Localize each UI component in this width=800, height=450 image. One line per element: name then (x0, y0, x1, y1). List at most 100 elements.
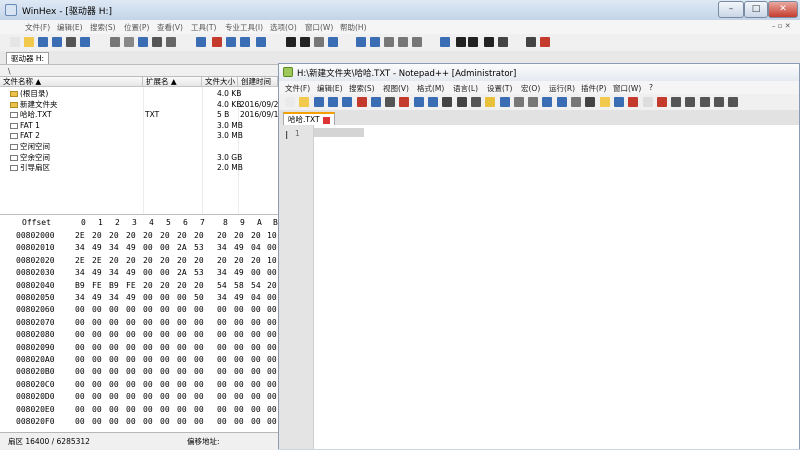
hex-byte[interactable]: 00 (109, 318, 119, 327)
toolbar-button-icon[interactable] (328, 37, 338, 47)
notepad-toolbar-button-icon[interactable] (456, 97, 467, 107)
toolbar-button-icon[interactable] (166, 37, 176, 47)
notepad-toolbar-button-icon[interactable] (728, 97, 739, 107)
notepad-menu-item[interactable]: 视图(V) (383, 83, 409, 94)
minimize-button[interactable]: – (718, 1, 744, 18)
notepad-menu-item[interactable]: 运行(R) (549, 83, 575, 94)
hex-byte[interactable]: 00 (160, 305, 170, 314)
hex-byte[interactable]: 20 (194, 256, 204, 265)
toolbar-button-icon[interactable] (256, 37, 266, 47)
notepad-toolbar-button-icon[interactable] (542, 97, 553, 107)
file-row[interactable]: FAT 2 3.0 MB (0, 131, 278, 141)
hex-byte[interactable]: 00 (267, 293, 277, 302)
hex-byte[interactable]: 54 (217, 281, 227, 290)
hex-byte[interactable]: B9 (75, 281, 85, 290)
toolbar-button-icon[interactable] (226, 37, 236, 47)
hex-byte[interactable]: 00 (234, 318, 244, 327)
hex-byte[interactable]: 00 (143, 268, 153, 277)
hex-byte[interactable]: 20 (126, 231, 136, 240)
hex-byte[interactable]: 10 (267, 256, 277, 265)
hex-byte[interactable]: 00 (143, 417, 153, 426)
hex-byte[interactable]: 00 (267, 243, 277, 252)
hex-byte[interactable]: 34 (75, 243, 85, 252)
toolbar-button-icon[interactable] (384, 37, 394, 47)
notepad-toolbar-button-icon[interactable] (442, 97, 453, 107)
hex-byte[interactable]: 20 (234, 256, 244, 265)
hex-byte[interactable]: 00 (109, 305, 119, 314)
toolbar-button-icon[interactable] (196, 37, 206, 47)
hex-byte[interactable]: 00 (75, 318, 85, 327)
notepad-toolbar-button-icon[interactable] (327, 97, 338, 107)
menu-item[interactable]: 编辑(E) (57, 22, 83, 33)
hex-byte[interactable]: 00 (126, 355, 136, 364)
close-button[interactable]: ✕ (768, 1, 798, 18)
notepad-menu-item[interactable]: 宏(O) (521, 83, 540, 94)
toolbar-button-icon[interactable] (66, 37, 76, 47)
hex-byte[interactable]: 53 (194, 268, 204, 277)
hex-byte[interactable]: FE (92, 281, 102, 290)
hex-byte[interactable]: 00 (92, 330, 102, 339)
hex-byte[interactable]: 53 (194, 243, 204, 252)
toolbar-button-icon[interactable] (10, 37, 20, 47)
toolbar-button-icon[interactable] (240, 37, 250, 47)
hex-byte[interactable]: 00 (267, 330, 277, 339)
toolbar-button-icon[interactable] (124, 37, 134, 47)
hex-byte[interactable]: 00 (217, 318, 227, 327)
hex-byte[interactable]: 00 (217, 405, 227, 414)
hex-byte[interactable]: 00 (194, 367, 204, 376)
toolbar-button-icon[interactable] (52, 37, 62, 47)
hex-byte[interactable]: 00 (126, 380, 136, 389)
notepad-menu-item[interactable]: 插件(P) (581, 83, 606, 94)
hex-byte[interactable]: 00 (109, 355, 119, 364)
hex-byte[interactable]: 00 (160, 367, 170, 376)
hex-byte[interactable]: 00 (160, 318, 170, 327)
toolbar-button-icon[interactable] (110, 37, 120, 47)
hex-byte[interactable]: 20 (92, 231, 102, 240)
file-row[interactable]: FAT 1 3.0 MB (0, 121, 278, 131)
hex-byte[interactable]: 00 (251, 268, 261, 277)
toolbar-button-icon[interactable] (356, 37, 366, 47)
hex-byte[interactable]: 34 (109, 243, 119, 252)
hex-byte[interactable]: 00 (75, 305, 85, 314)
menu-item[interactable]: 搜索(S) (90, 22, 116, 33)
hex-byte[interactable]: 00 (177, 405, 187, 414)
notepad-toolbar-button-icon[interactable] (285, 97, 295, 107)
hex-byte[interactable]: 00 (234, 330, 244, 339)
notepad-toolbar-button-icon[interactable] (613, 97, 624, 107)
toolbar-button-icon[interactable] (440, 37, 450, 47)
hex-byte[interactable]: 20 (160, 231, 170, 240)
hex-byte[interactable]: 00 (143, 405, 153, 414)
file-row[interactable]: 哈哈.TXT TXT 5 B 2016/09/1 (0, 110, 278, 120)
hex-byte[interactable]: 00 (126, 343, 136, 352)
hex-byte[interactable]: 00 (109, 392, 119, 401)
hex-byte[interactable]: 2A (177, 243, 187, 252)
hex-byte[interactable]: 00 (126, 305, 136, 314)
hex-byte[interactable]: 00 (194, 392, 204, 401)
hex-byte[interactable]: 00 (177, 330, 187, 339)
hex-byte[interactable]: 00 (92, 405, 102, 414)
notepad-toolbar-button-icon[interactable] (499, 97, 510, 107)
hex-byte[interactable]: 20 (234, 231, 244, 240)
hex-byte[interactable]: 00 (160, 268, 170, 277)
hex-byte[interactable]: 04 (251, 243, 261, 252)
hex-byte[interactable]: 20 (160, 256, 170, 265)
notepad-menu-item[interactable]: 搜索(S) (349, 83, 375, 94)
hex-byte[interactable]: 00 (92, 392, 102, 401)
hex-byte[interactable]: 34 (75, 293, 85, 302)
hex-byte[interactable]: 00 (143, 318, 153, 327)
toolbar-button-icon[interactable] (398, 37, 408, 47)
file-row[interactable]: 空闲空间 (0, 142, 278, 152)
notepad-toolbar-button-icon[interactable] (599, 97, 610, 107)
hex-byte[interactable]: 20 (143, 281, 153, 290)
hex-byte[interactable]: 00 (109, 343, 119, 352)
mdi-window-controls[interactable]: – ▫ ✕ (772, 22, 791, 30)
hex-byte[interactable]: 00 (194, 355, 204, 364)
notepad-toolbar-button-icon[interactable] (413, 97, 424, 107)
hex-byte[interactable]: 00 (177, 380, 187, 389)
hex-byte[interactable]: 00 (234, 417, 244, 426)
hex-byte[interactable]: 00 (92, 380, 102, 389)
hex-byte[interactable]: 00 (234, 305, 244, 314)
hex-byte[interactable]: 49 (126, 243, 136, 252)
notepad-toolbar-button-icon[interactable] (685, 97, 696, 107)
notepad-menu-item[interactable]: 窗口(W) (613, 83, 641, 94)
